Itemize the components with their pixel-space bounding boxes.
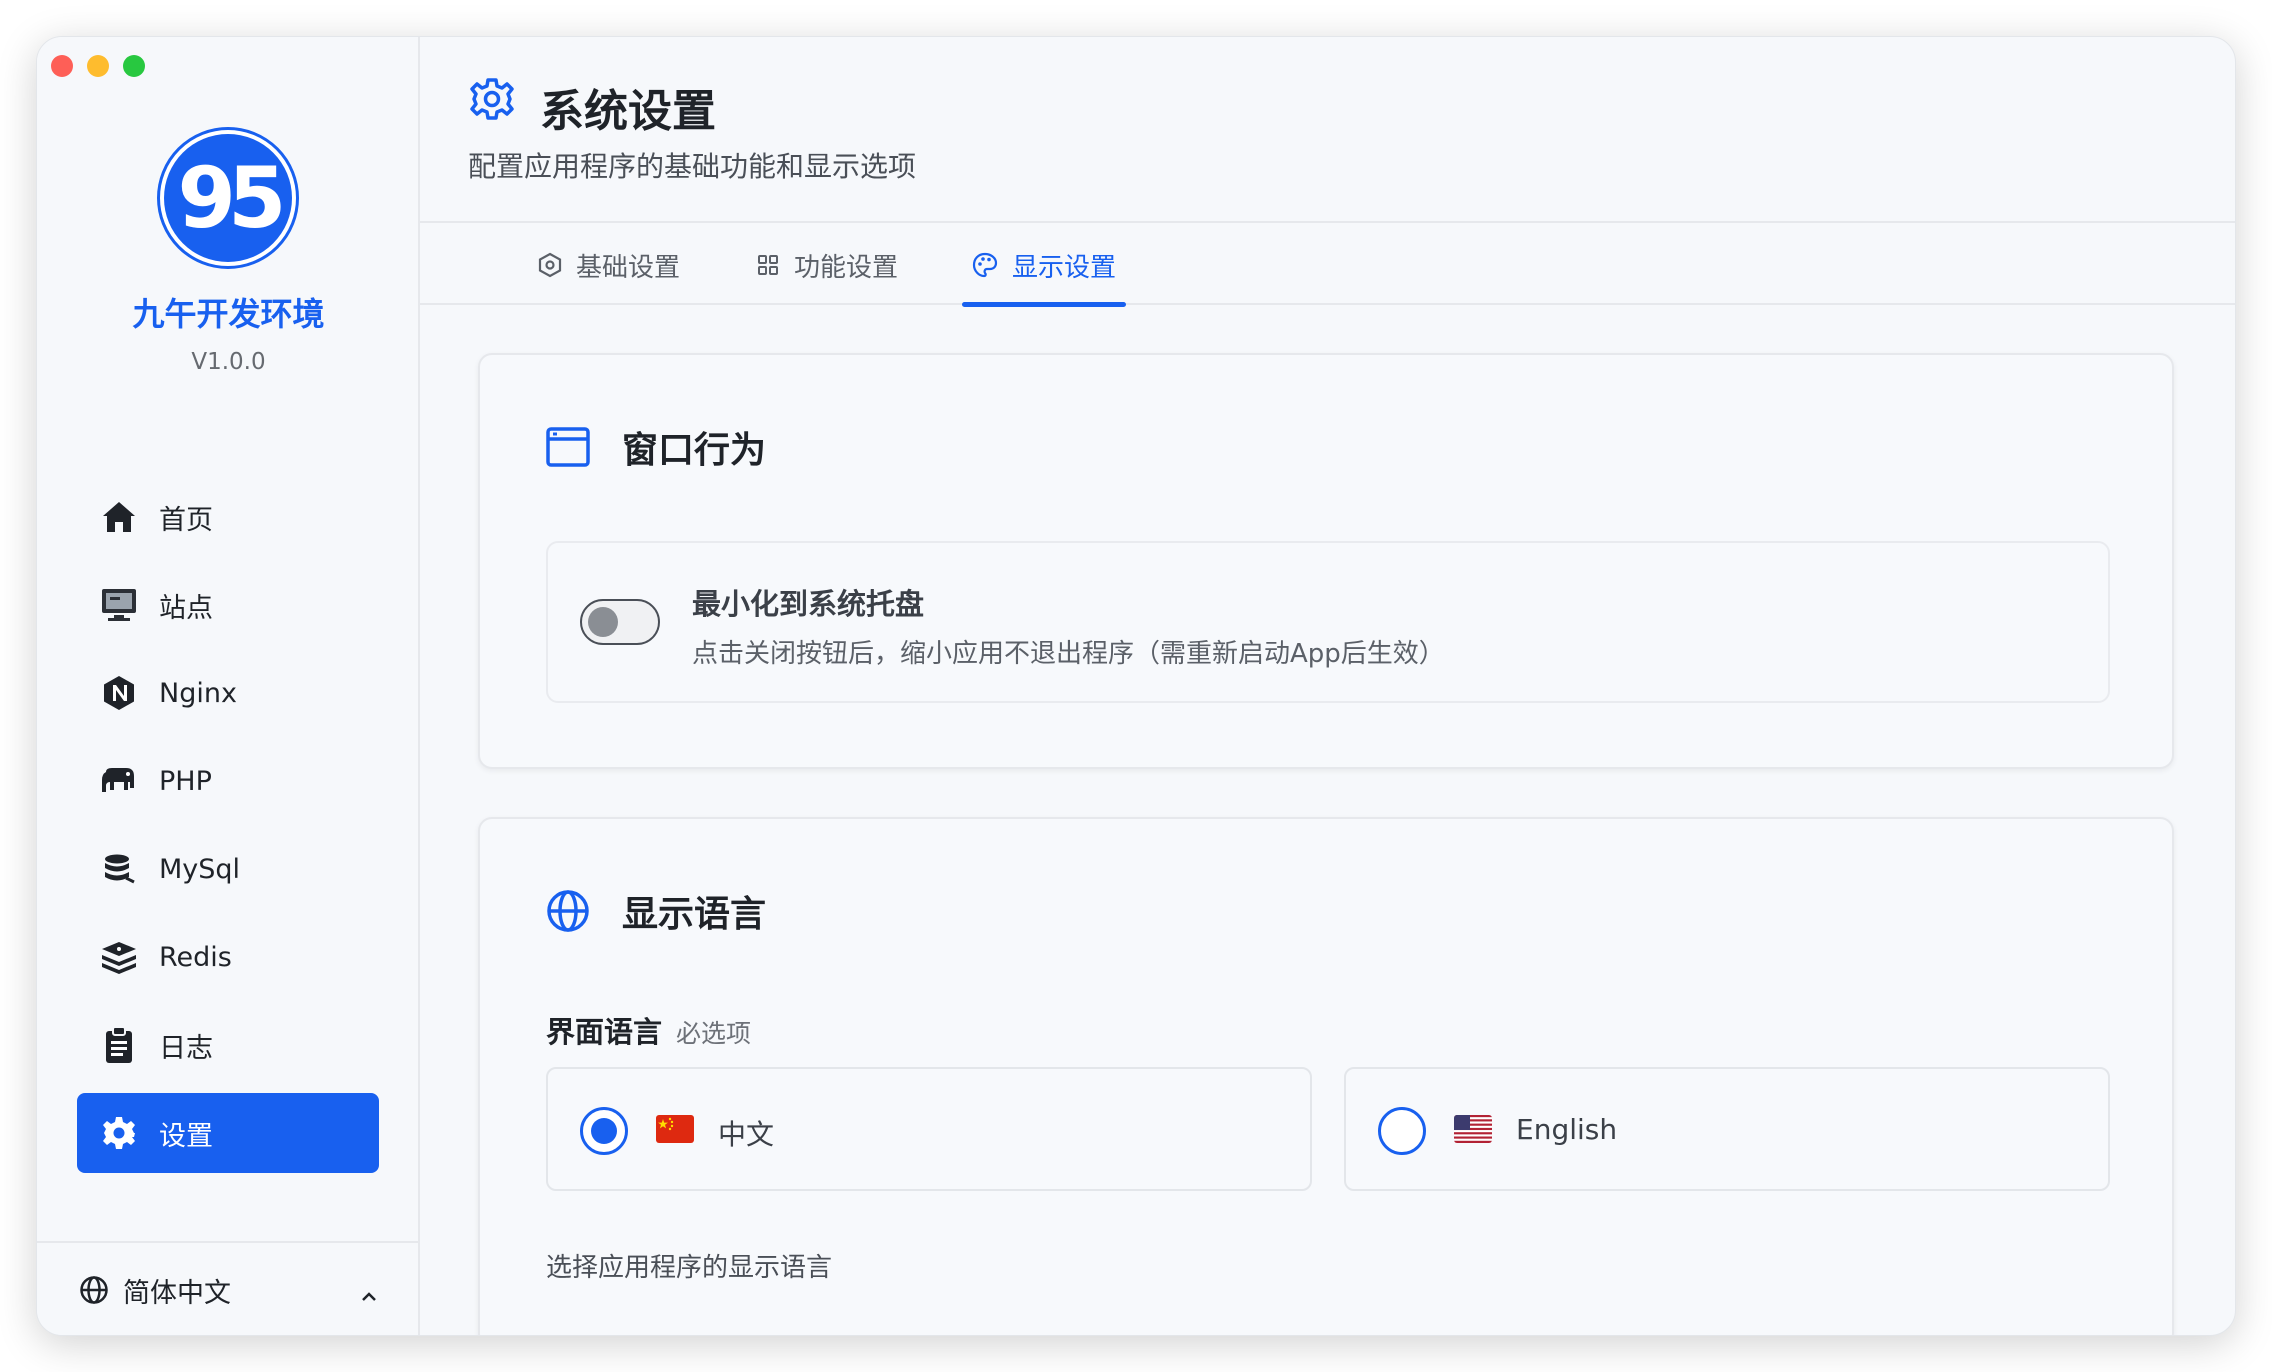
page-header: 系统设置 配置应用程序的基础功能和显示选项 <box>420 37 2235 223</box>
sidebar-item-php[interactable]: PHP <box>77 741 379 821</box>
app-name: 九午开发环境 <box>132 295 325 333</box>
app-version: V1.0.0 <box>191 349 266 375</box>
tab-feature-settings[interactable]: 功能设置 <box>756 225 898 305</box>
language-help-text: 选择应用程序的显示语言 <box>546 1253 833 1283</box>
sidebar-item-logs[interactable]: 日志 <box>77 1005 379 1085</box>
tab-label: 显示设置 <box>1012 252 1117 283</box>
minimize-tray-toggle[interactable] <box>580 599 660 645</box>
sidebar-item-label: 站点 <box>159 592 213 624</box>
language-option-chinese[interactable]: 中文 <box>546 1067 1312 1191</box>
sidebar-item-label: 设置 <box>159 1120 213 1152</box>
globe-icon <box>546 889 590 937</box>
sidebar-item-redis[interactable]: Redis <box>77 917 379 997</box>
globe-icon <box>79 1275 109 1305</box>
page-subtitle: 配置应用程序的基础功能和显示选项 <box>468 150 917 183</box>
language-option-english[interactable]: English <box>1344 1067 2110 1191</box>
database-icon <box>99 849 139 889</box>
cn-flag <box>656 1115 694 1143</box>
radio-chinese[interactable] <box>580 1107 628 1155</box>
app-window: 95 九午开发环境 V1.0.0 首页 站点 Nginx PHP MySql R… <box>36 36 2236 1336</box>
palette-icon <box>972 252 998 278</box>
language-switcher[interactable]: 简体中文 <box>37 1241 418 1335</box>
window-behavior-card: 窗口行为 最小化到系统托盘 点击关闭按钮后，缩小应用不退出程序（需重新启动App… <box>478 353 2174 769</box>
field-label-text: 界面语言 <box>546 1015 663 1049</box>
sidebar-item-label: PHP <box>159 765 212 797</box>
tab-label: 基础设置 <box>576 252 681 283</box>
sidebar-item-label: 首页 <box>159 504 213 536</box>
gear-icon <box>99 1113 139 1153</box>
settings-tabs: 基础设置 功能设置 显示设置 <box>420 225 2235 307</box>
close-window-button[interactable] <box>51 55 73 77</box>
chevron-up-icon <box>360 1279 378 1310</box>
window-behavior-title: 窗口行为 <box>622 430 767 471</box>
option-label: English <box>1516 1113 1618 1146</box>
app-logo-text: 95 <box>164 134 292 262</box>
nginx-icon <box>99 673 139 713</box>
grid-icon <box>756 253 780 277</box>
window-icon <box>546 427 590 471</box>
option-label: 中文 <box>718 1118 775 1151</box>
radio-english[interactable] <box>1378 1107 1426 1155</box>
display-language-card: 显示语言 界面语言 必选项 中文 English 选择应用程序的显示语言 <box>478 817 2174 1335</box>
monitor-icon <box>99 585 139 625</box>
sidebar-nav: 首页 站点 Nginx PHP MySql Redis 日志 设置 <box>77 477 379 1181</box>
hexagon-gear-icon <box>538 252 562 278</box>
minimize-tray-title: 最小化到系统托盘 <box>692 587 925 621</box>
sidebar-item-label: Nginx <box>159 677 237 709</box>
sidebar-item-label: MySql <box>159 853 241 885</box>
sidebar-item-label: 日志 <box>159 1032 213 1064</box>
app-logo: 95 <box>157 127 299 269</box>
minimize-tray-description: 点击关闭按钮后，缩小应用不退出程序（需重新启动App后生效） <box>692 639 1445 669</box>
clipboard-icon <box>99 1025 139 1065</box>
layers-icon <box>99 937 139 977</box>
minimize-tray-setting: 最小化到系统托盘 点击关闭按钮后，缩小应用不退出程序（需重新启动App后生效） <box>546 541 2110 703</box>
sidebar-item-home[interactable]: 首页 <box>77 477 379 557</box>
us-flag <box>1454 1115 1492 1143</box>
language-switcher-label: 简体中文 <box>123 1277 231 1309</box>
interface-language-label: 界面语言 必选项 <box>546 1009 751 1051</box>
tab-label: 功能设置 <box>794 252 899 283</box>
sidebar: 95 九午开发环境 V1.0.0 首页 站点 Nginx PHP MySql R… <box>37 37 420 1335</box>
main-content: 系统设置 配置应用程序的基础功能和显示选项 基础设置 功能设置 显示设置 窗口行… <box>420 37 2235 1335</box>
sidebar-item-nginx[interactable]: Nginx <box>77 653 379 733</box>
page-title: 系统设置 <box>540 86 716 137</box>
minimize-window-button[interactable] <box>87 55 109 77</box>
display-language-title: 显示语言 <box>622 894 767 935</box>
sidebar-item-mysql[interactable]: MySql <box>77 829 379 909</box>
tab-basic-settings[interactable]: 基础设置 <box>538 225 680 305</box>
elephant-icon <box>99 761 139 801</box>
sidebar-item-label: Redis <box>159 941 232 973</box>
home-icon <box>99 497 139 537</box>
sidebar-item-sites[interactable]: 站点 <box>77 565 379 645</box>
toggle-knob <box>588 607 618 637</box>
maximize-window-button[interactable] <box>123 55 145 77</box>
required-hint: 必选项 <box>676 1019 752 1048</box>
sidebar-item-settings[interactable]: 设置 <box>77 1093 379 1173</box>
window-controls <box>51 55 145 77</box>
tab-display-settings[interactable]: 显示设置 <box>961 225 1127 307</box>
gear-outline-icon <box>470 77 514 125</box>
